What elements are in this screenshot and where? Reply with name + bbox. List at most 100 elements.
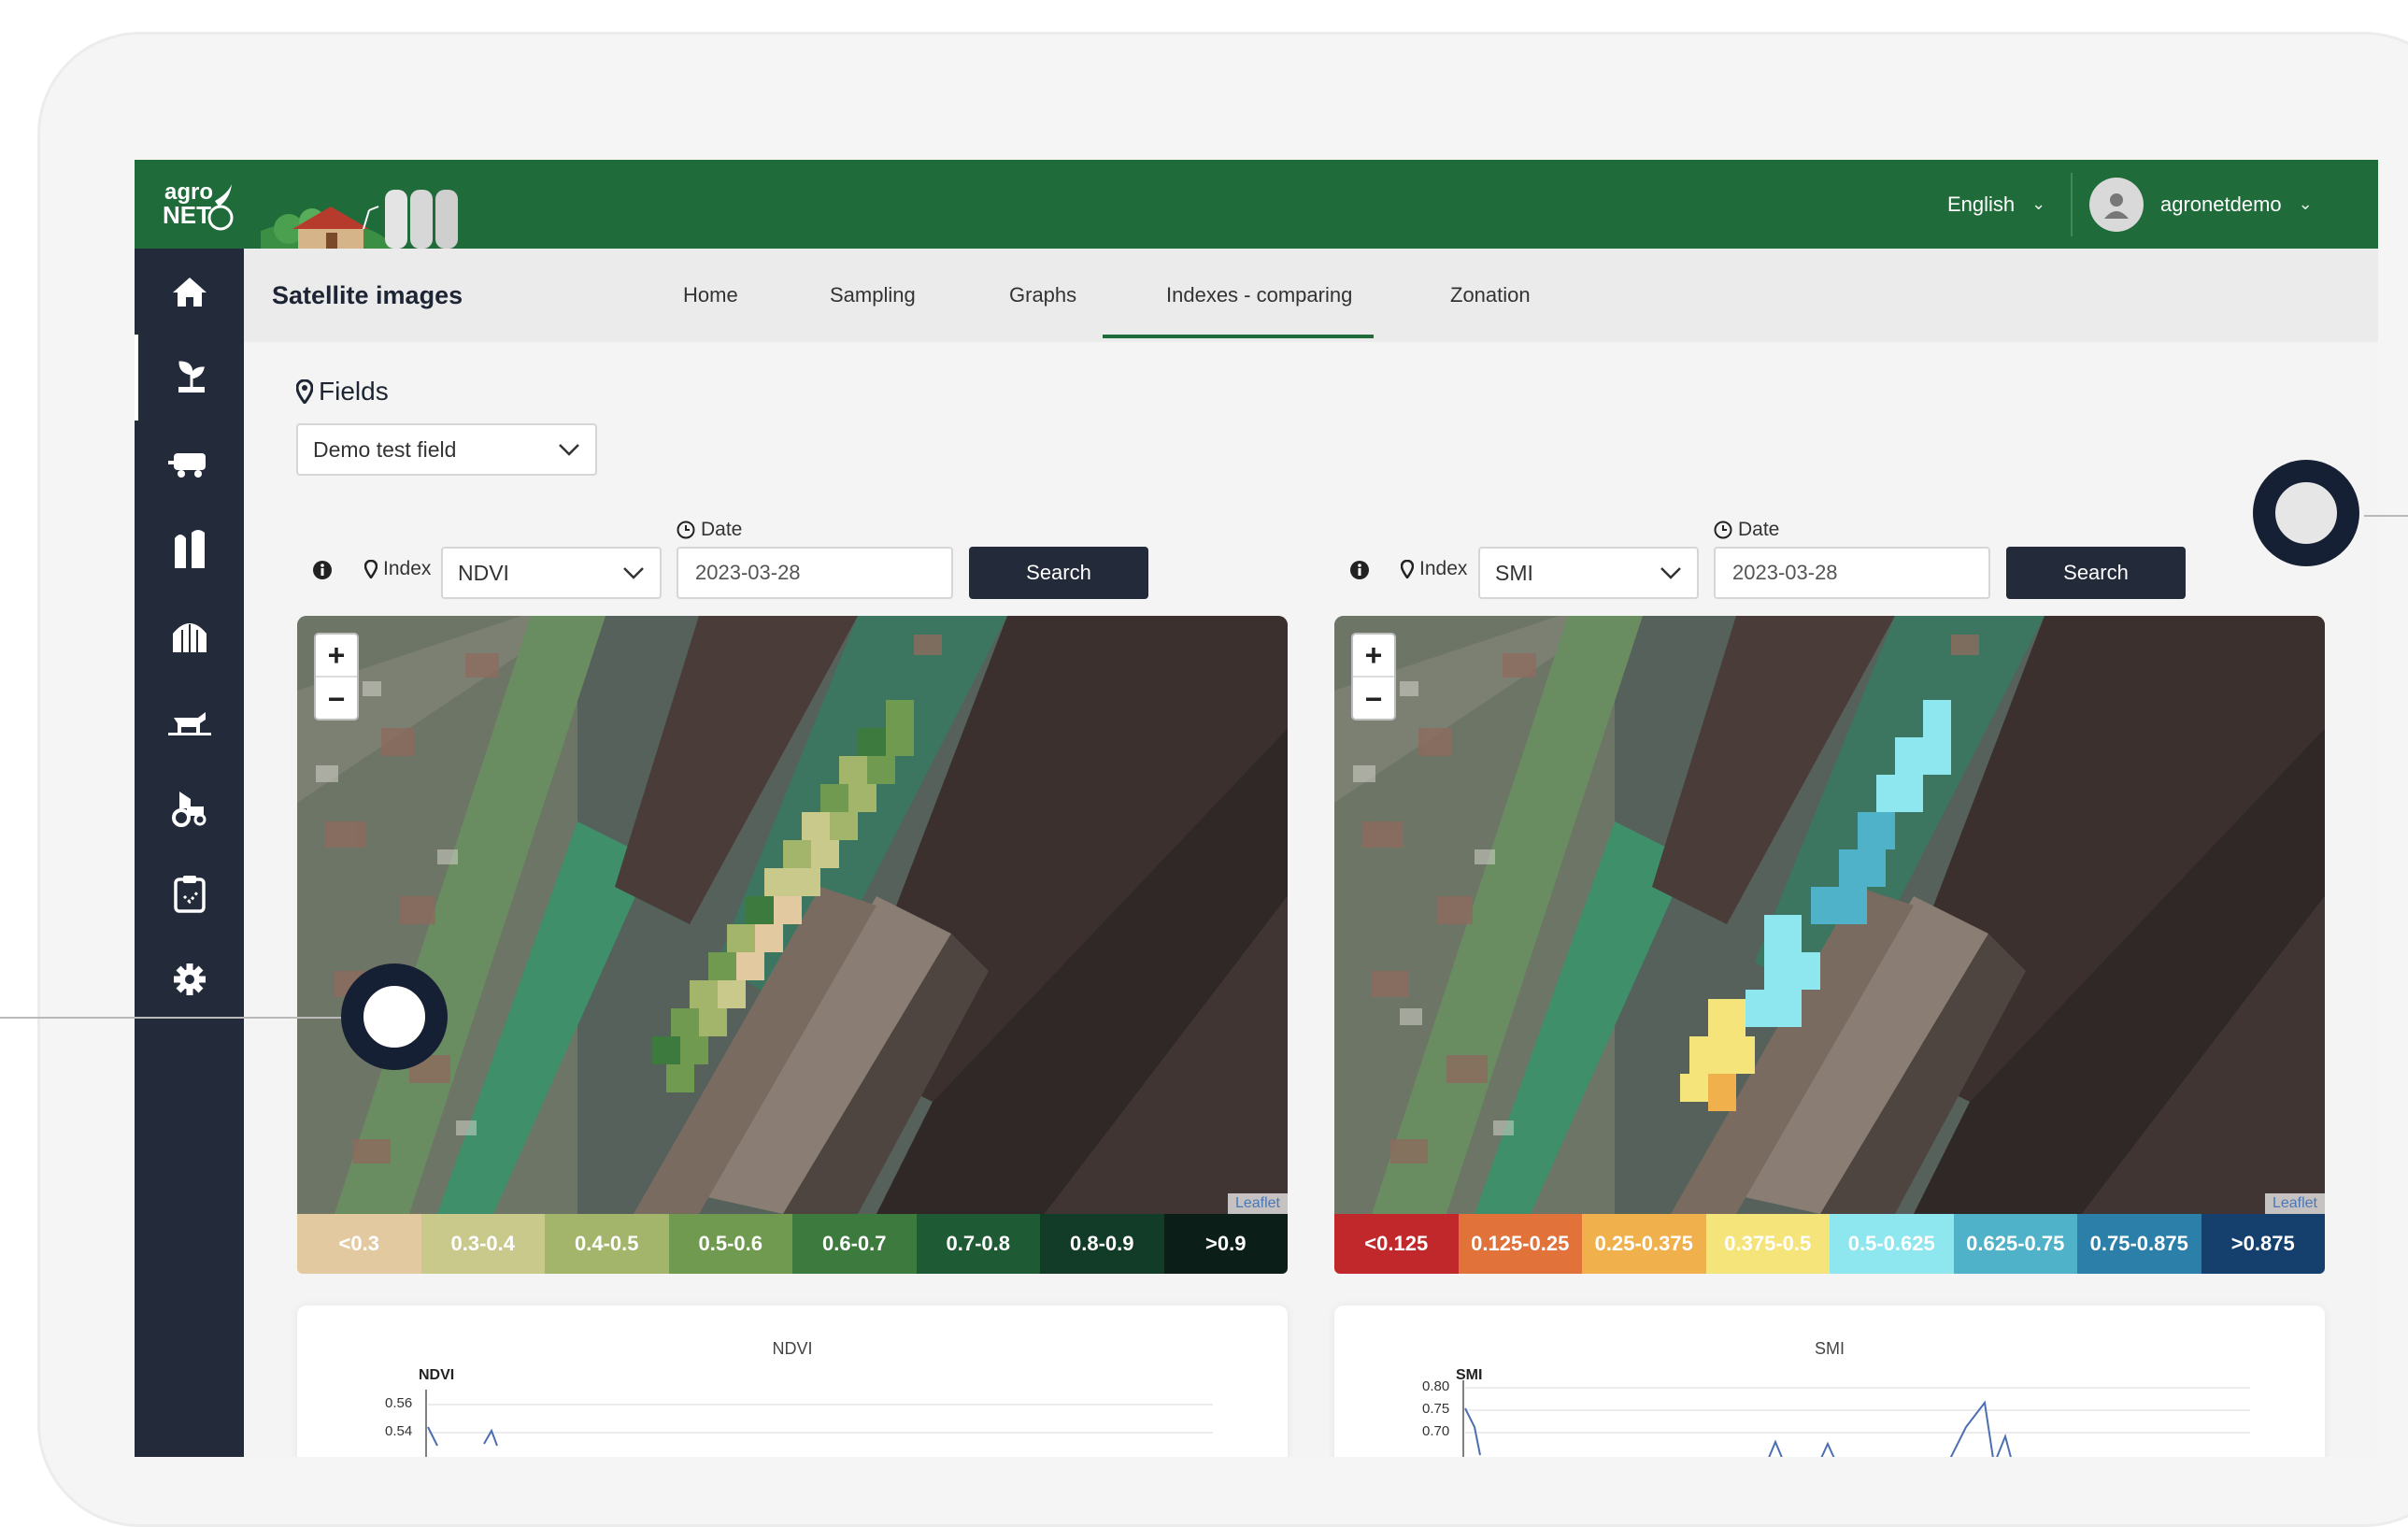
sidebar-item-machinery[interactable]	[135, 421, 244, 507]
home-icon	[172, 278, 207, 307]
legend-item: 0.4-0.5	[545, 1214, 669, 1274]
tab-graphs[interactable]: Graphs	[1009, 249, 1076, 342]
callout-marker	[2253, 460, 2359, 566]
language-label: English	[1947, 192, 2016, 216]
sidebar-item-settings[interactable]	[135, 936, 244, 1022]
user-icon	[2104, 193, 2129, 219]
tab-home[interactable]: Home	[683, 249, 738, 342]
farm-illustration	[242, 173, 476, 278]
info-icon[interactable]	[1349, 560, 1370, 580]
legend-item: 0.375-0.5	[1705, 1214, 1830, 1274]
zoom-in-button[interactable]: +	[316, 635, 357, 678]
legend-item: 0.6-0.7	[792, 1214, 917, 1274]
gear-icon	[173, 963, 206, 995]
ndvi-chart-card: NDVI NDVI 0.56 0.54	[297, 1306, 1288, 1457]
map-ndvi[interactable]: + − Leaflet	[297, 616, 1288, 1214]
sidebar-item-tasks[interactable]	[135, 850, 244, 936]
plant-icon	[178, 361, 205, 392]
zoom-control: + −	[314, 633, 359, 721]
map-pin-icon	[1401, 560, 1414, 578]
clock-icon	[677, 521, 695, 539]
map-smi[interactable]: + − Leaflet	[1334, 616, 2325, 1214]
date-label: Date	[677, 519, 742, 541]
legend-item: 0.8-0.9	[1040, 1214, 1164, 1274]
clipboard-icon	[173, 876, 206, 913]
avatar	[2089, 177, 2144, 232]
top-bar: agro NET English ⌄ agronetdemo ⌄	[135, 160, 2378, 278]
app-window: agro NET English ⌄ agronetdemo ⌄ Satelli…	[135, 160, 2378, 1457]
chevron-down-icon	[623, 567, 644, 579]
date-input-right[interactable]: 2023-03-28	[1714, 547, 1990, 599]
map-attribution[interactable]: Leaflet	[1227, 1193, 1288, 1214]
sidebar	[135, 249, 244, 1457]
map-pin-icon	[364, 560, 378, 578]
index-label: Index	[1401, 558, 1467, 580]
legend-item: 0.25-0.375	[1582, 1214, 1706, 1274]
username: agronetdemo	[2160, 192, 2282, 216]
smi-legend: <0.125 0.125-0.25 0.25-0.375 0.375-0.5 0…	[1334, 1214, 2325, 1274]
field-select[interactable]: Demo test field	[296, 423, 597, 476]
satellite-imagery	[1334, 616, 2325, 1214]
info-icon[interactable]	[312, 560, 333, 580]
sidebar-item-livestock[interactable]	[135, 678, 244, 764]
tractor-trailer-icon	[167, 453, 206, 478]
field-select-value: Demo test field	[313, 436, 457, 462]
smi-chart-card: SMI SMI 0.80 0.75 0.70	[1334, 1306, 2325, 1457]
map-pin-icon	[296, 379, 313, 404]
greenhouse-icon	[172, 623, 207, 652]
page-title: Satellite images	[272, 280, 463, 309]
zoom-in-button[interactable]: +	[1353, 635, 1394, 678]
index-select-left[interactable]: NDVI	[441, 547, 662, 599]
chevron-down-icon	[1660, 567, 1681, 579]
silo-icon	[174, 530, 205, 568]
legend-item: >0.875	[2201, 1214, 2325, 1274]
legend-item: <0.3	[297, 1214, 421, 1274]
callout-line	[0, 1017, 355, 1019]
legend-item: >0.9	[1163, 1214, 1288, 1274]
chevron-down-icon: ⌄	[2031, 194, 2046, 213]
tab-sampling[interactable]: Sampling	[830, 249, 916, 342]
chevron-down-icon	[559, 444, 579, 456]
app-logo[interactable]: agro NET	[161, 177, 235, 235]
zoom-control: + −	[1351, 633, 1396, 721]
zoom-out-button[interactable]: −	[1353, 678, 1394, 721]
search-button-left[interactable]: Search	[969, 547, 1148, 599]
date-input-left[interactable]: 2023-03-28	[677, 547, 953, 599]
index-select-value: SMI	[1495, 560, 1533, 585]
map-attribution[interactable]: Leaflet	[2264, 1193, 2325, 1214]
sidebar-item-silos[interactable]	[135, 507, 244, 592]
tab-zonation[interactable]: Zonation	[1450, 249, 1531, 342]
user-menu[interactable]: agronetdemo ⌄	[2089, 160, 2313, 249]
tractor-icon	[171, 792, 206, 827]
legend-item: 0.75-0.875	[2077, 1214, 2201, 1274]
sidebar-item-greenhouse[interactable]	[135, 592, 244, 678]
header-divider	[2071, 173, 2073, 236]
ndvi-legend: <0.3 0.3-0.4 0.4-0.5 0.5-0.6 0.6-0.7 0.7…	[297, 1214, 1288, 1274]
fields-heading: Fields	[296, 377, 389, 407]
legend-item: 0.3-0.4	[420, 1214, 545, 1274]
index-label-text: Index	[383, 558, 432, 579]
sidebar-item-home[interactable]	[135, 249, 244, 335]
legend-item: 0.7-0.8	[916, 1214, 1040, 1274]
sidebar-item-tractor[interactable]	[135, 764, 244, 850]
sidebar-item-plants[interactable]	[135, 335, 244, 421]
tab-indexes-comparing[interactable]: Indexes - comparing	[1166, 249, 1352, 342]
index-label-text: Index	[1419, 558, 1468, 579]
callout-marker	[341, 963, 448, 1070]
smi-line-chart	[1462, 1380, 2250, 1457]
fields-label: Fields	[319, 377, 389, 406]
ndvi-line-chart	[425, 1390, 1213, 1457]
legend-item: 0.125-0.25	[1458, 1214, 1582, 1274]
legend-item: <0.125	[1334, 1214, 1459, 1274]
legend-item: 0.5-0.6	[668, 1214, 792, 1274]
search-button-right[interactable]: Search	[2006, 547, 2186, 599]
active-tab-indicator	[1103, 335, 1374, 338]
index-select-right[interactable]: SMI	[1478, 547, 1699, 599]
index-select-value: NDVI	[458, 560, 509, 585]
zoom-out-button[interactable]: −	[316, 678, 357, 721]
livestock-icon	[167, 712, 211, 735]
legend-item: 0.625-0.75	[1953, 1214, 2077, 1274]
language-selector[interactable]: English ⌄	[1947, 160, 2045, 249]
date-label-text: Date	[701, 519, 743, 540]
satellite-imagery	[297, 616, 1288, 1214]
